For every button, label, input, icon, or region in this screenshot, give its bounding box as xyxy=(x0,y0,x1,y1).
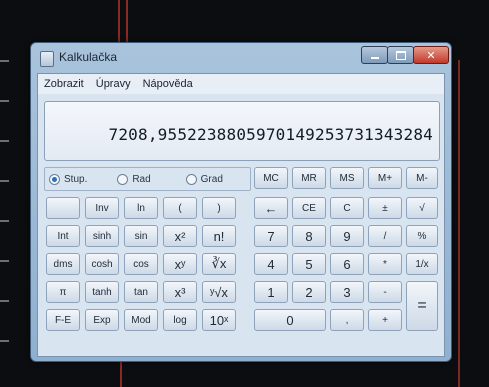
radio-gradians[interactable]: Grad xyxy=(182,173,250,185)
key-inv[interactable]: Inv xyxy=(85,197,119,219)
radio-dot xyxy=(49,173,60,185)
key-y-root[interactable]: ʸ√x xyxy=(202,281,236,303)
key-reciprocal[interactable]: 1/x xyxy=(406,253,438,275)
window-title: Kalkulačka xyxy=(59,50,118,64)
calculator-client: Zobrazit Úpravy Nápověda 7208,9552238805… xyxy=(37,73,445,357)
key-1[interactable]: 1 xyxy=(254,281,288,303)
background-tick xyxy=(0,220,9,222)
minimize-icon xyxy=(370,56,379,59)
background-tick xyxy=(0,300,9,302)
maximize-icon xyxy=(395,50,406,60)
menu-edit[interactable]: Úpravy xyxy=(96,78,131,90)
key-0[interactable]: 0 xyxy=(254,309,326,331)
key-sqrt[interactable]: √ xyxy=(406,197,438,219)
key-int[interactable]: Int xyxy=(46,225,80,247)
radio-radians[interactable]: Rad xyxy=(113,173,181,185)
key-x-squared[interactable]: x² xyxy=(163,225,197,247)
key-percent[interactable]: % xyxy=(406,225,438,247)
key-mc[interactable]: MC xyxy=(254,167,288,189)
key-multiply[interactable]: * xyxy=(368,253,402,275)
background-tick xyxy=(0,60,9,62)
key-minus[interactable]: - xyxy=(368,281,402,303)
menu-help[interactable]: Nápověda xyxy=(143,78,193,90)
background-tick xyxy=(0,180,9,182)
calculator-icon xyxy=(40,51,54,67)
key-factorial[interactable]: n! xyxy=(202,225,236,247)
display-value: 7208,9552238805970149253731343284 xyxy=(108,125,433,144)
key-f-e[interactable]: F-E xyxy=(46,309,80,331)
key-2[interactable]: 2 xyxy=(292,281,326,303)
key-5[interactable]: 5 xyxy=(292,253,326,275)
key-mr[interactable]: MR xyxy=(292,167,326,189)
key-sinh[interactable]: sinh xyxy=(85,225,119,247)
menu-bar: Zobrazit Úpravy Nápověda xyxy=(38,74,444,94)
key-tanh[interactable]: tanh xyxy=(85,281,119,303)
key-m-plus[interactable]: M+ xyxy=(368,167,402,189)
menu-view[interactable]: Zobrazit xyxy=(44,78,84,90)
key-3[interactable]: 3 xyxy=(330,281,364,303)
title-bar[interactable]: Kalkulačka ✕ xyxy=(31,43,451,71)
background-red-line xyxy=(118,0,120,42)
key-close-paren[interactable]: ) xyxy=(202,197,236,219)
key-ms[interactable]: MS xyxy=(330,167,364,189)
key-ce[interactable]: CE xyxy=(292,197,326,219)
key-divide[interactable]: / xyxy=(368,225,402,247)
key-equals[interactable]: = xyxy=(406,281,438,331)
key-plus-minus[interactable]: ± xyxy=(368,197,402,219)
key-8[interactable]: 8 xyxy=(292,225,326,247)
key-7[interactable]: 7 xyxy=(254,225,288,247)
radio-label: Grad xyxy=(200,173,223,185)
key-ln[interactable]: ln xyxy=(124,197,158,219)
key-ten-power-x[interactable]: 10ˣ xyxy=(202,309,236,331)
result-display: 7208,9552238805970149253731343284 xyxy=(44,101,440,161)
key-blank[interactable] xyxy=(46,197,80,219)
key-tan[interactable]: tan xyxy=(124,281,158,303)
key-backspace[interactable]: ← xyxy=(254,197,288,219)
key-cube-root[interactable]: ∛x xyxy=(202,253,236,275)
background-red-line xyxy=(126,0,128,42)
radio-dot xyxy=(117,173,129,185)
background-tick xyxy=(0,100,9,102)
background-red-line xyxy=(458,60,460,387)
background-tick xyxy=(0,340,9,342)
radio-dot xyxy=(185,173,197,185)
key-log[interactable]: log xyxy=(163,309,197,331)
background-red-line xyxy=(120,360,122,387)
radio-label: Rad xyxy=(132,173,151,185)
maximize-button[interactable] xyxy=(387,46,414,64)
key-x-power-y[interactable]: xʸ xyxy=(163,253,197,275)
key-mod[interactable]: Mod xyxy=(124,309,158,331)
key-plus[interactable]: + xyxy=(368,309,402,331)
key-decimal-comma[interactable]: , xyxy=(330,309,364,331)
key-x-cubed[interactable]: x³ xyxy=(163,281,197,303)
background-tick xyxy=(0,260,9,262)
key-exp[interactable]: Exp xyxy=(85,309,119,331)
minimize-button[interactable] xyxy=(361,46,388,64)
background-tick xyxy=(0,140,9,142)
key-cosh[interactable]: cosh xyxy=(85,253,119,275)
key-m-minus[interactable]: M- xyxy=(406,167,438,189)
key-sin[interactable]: sin xyxy=(124,225,158,247)
key-c[interactable]: C xyxy=(330,197,364,219)
key-open-paren[interactable]: ( xyxy=(163,197,197,219)
close-button[interactable]: ✕ xyxy=(413,46,449,64)
close-icon: ✕ xyxy=(426,48,436,62)
radio-label: Stup. xyxy=(64,173,88,185)
key-pi[interactable]: π xyxy=(46,281,80,303)
key-4[interactable]: 4 xyxy=(254,253,288,275)
calculator-window: Kalkulačka ✕ Zobrazit Úpravy Nápověda 72… xyxy=(30,42,452,362)
key-6[interactable]: 6 xyxy=(330,253,364,275)
key-dms[interactable]: dms xyxy=(46,253,80,275)
key-9[interactable]: 9 xyxy=(330,225,364,247)
angle-unit-group: Stup. Rad Grad xyxy=(44,167,251,191)
radio-degrees[interactable]: Stup. xyxy=(45,173,113,185)
key-cos[interactable]: cos xyxy=(124,253,158,275)
